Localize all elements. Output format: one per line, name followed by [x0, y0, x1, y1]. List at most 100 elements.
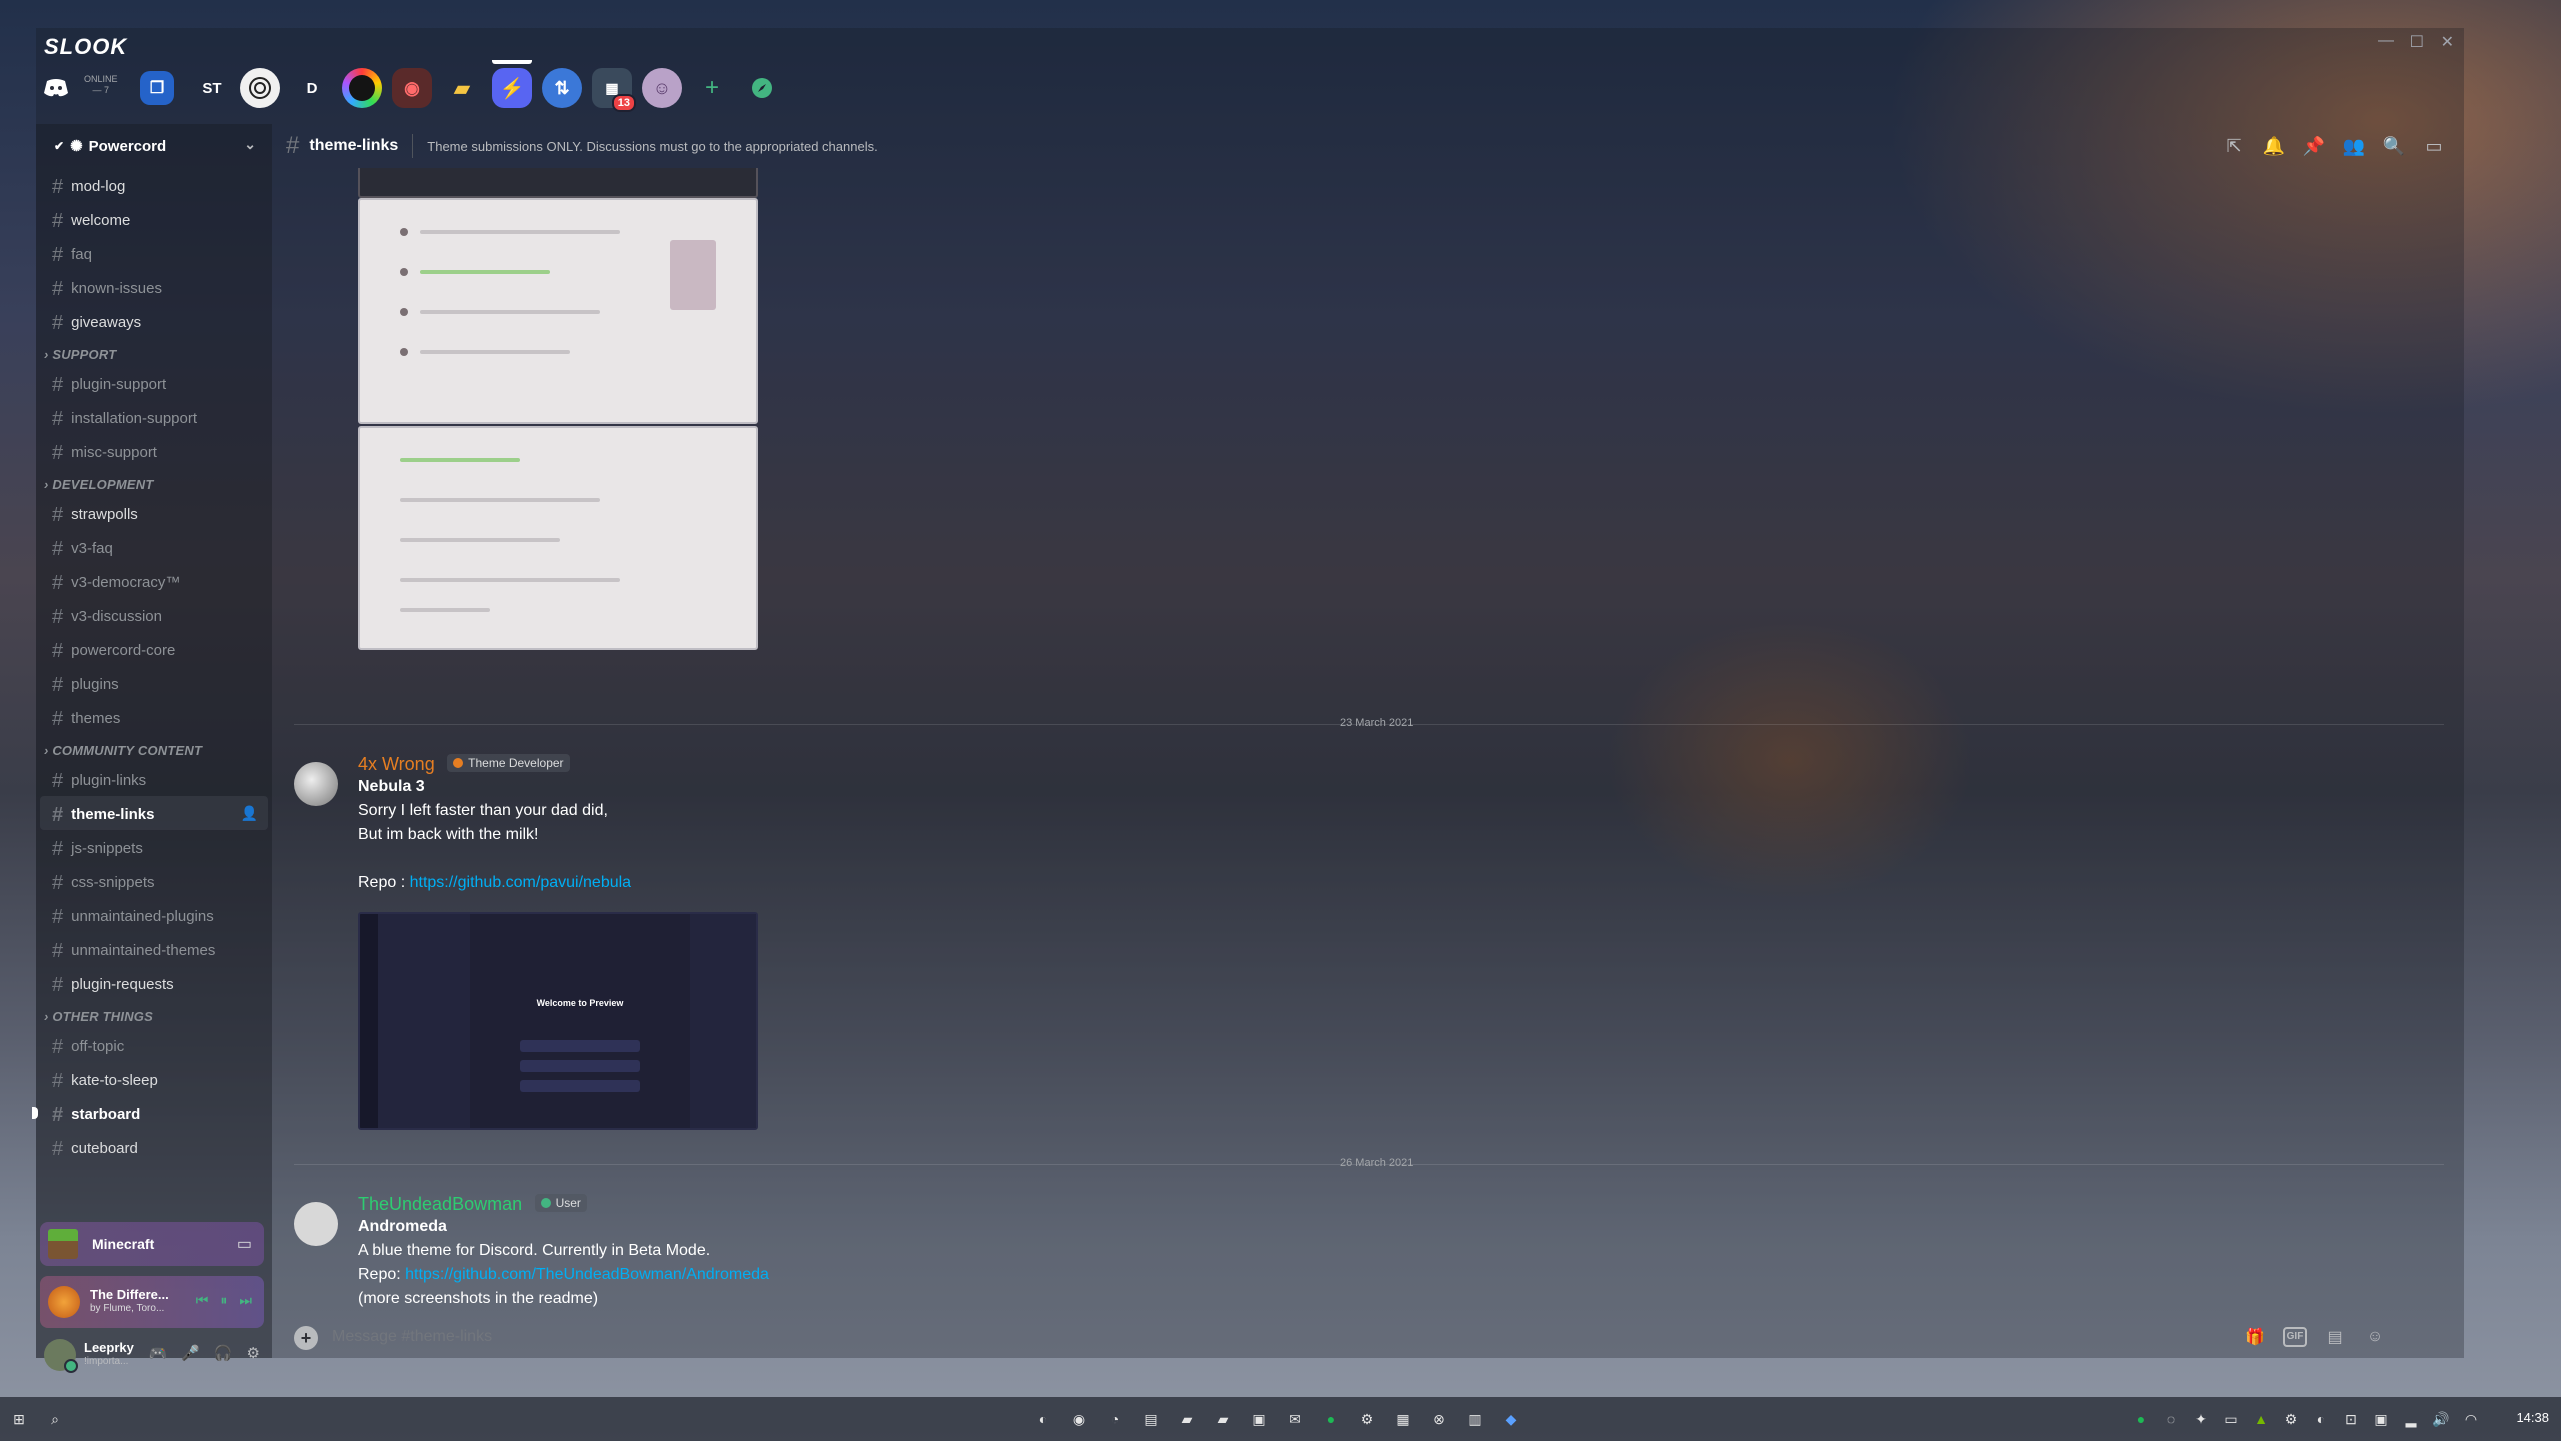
tray-icon[interactable]: ▣: [2370, 1408, 2392, 1430]
theme-preview-image[interactable]: Welcome to Preview: [358, 912, 758, 1130]
popout-icon[interactable]: ⇱: [2222, 134, 2246, 158]
taskbar-store-icon[interactable]: ▣: [1248, 1408, 1270, 1430]
server-powercord[interactable]: ⚡: [492, 68, 532, 108]
server-st[interactable]: ST: [192, 68, 232, 108]
gif-button[interactable]: GIF: [2282, 1324, 2308, 1350]
tray-nvidia-icon[interactable]: ▲: [2250, 1408, 2272, 1430]
channel-theme-links[interactable]: # theme-links 👤: [40, 796, 268, 830]
taskbar-spotify-icon[interactable]: ●: [1320, 1408, 1342, 1430]
channel-known-issues[interactable]: # known-issues: [36, 270, 272, 304]
channel-installation-support[interactable]: # installation-support: [36, 400, 272, 434]
server-avatar[interactable]: ☺: [642, 68, 682, 108]
channel-off-topic[interactable]: # off-topic: [36, 1028, 272, 1062]
search-icon[interactable]: ⌕: [44, 1408, 66, 1430]
volume-icon[interactable]: 🔊: [2430, 1408, 2452, 1430]
sticker-icon[interactable]: ▤: [2322, 1324, 2348, 1350]
category-other-things[interactable]: › OTHER THINGS: [36, 1000, 272, 1028]
emoji-icon[interactable]: ☺: [2362, 1324, 2388, 1350]
server-folder-yellow[interactable]: ▰: [442, 68, 482, 108]
channel-giveaways[interactable]: # giveaways: [36, 304, 272, 338]
minimize-button[interactable]: —: [2378, 32, 2394, 50]
taskbar-minecraft-icon[interactable]: ▦: [1392, 1408, 1414, 1430]
stream-icon[interactable]: ▭: [237, 1234, 252, 1254]
message-author[interactable]: TheUndeadBowman: [358, 1194, 522, 1214]
message-input[interactable]: Message #theme-links: [332, 1328, 492, 1346]
tray-icon[interactable]: ⊡: [2340, 1408, 2362, 1430]
taskbar-app-icon[interactable]: ◐: [1032, 1408, 1054, 1430]
add-attachment-button[interactable]: +: [294, 1326, 318, 1350]
repo-link[interactable]: https://github.com/TheUndeadBowman/Andro…: [405, 1266, 769, 1283]
channel-plugin-links[interactable]: # plugin-links: [36, 762, 272, 796]
taskbar-xbox-icon[interactable]: ⊗: [1428, 1408, 1450, 1430]
previous-track-icon[interactable]: ⏮: [196, 1292, 209, 1309]
taskbar-notes-icon[interactable]: ▤: [1140, 1408, 1162, 1430]
tray-icon[interactable]: ◌: [2160, 1408, 2182, 1430]
server-d[interactable]: D: [292, 68, 332, 108]
tray-icon[interactable]: ⚙: [2280, 1408, 2302, 1430]
search-icon[interactable]: 🔍: [2382, 134, 2406, 158]
taskbar-steam-icon[interactable]: ⚙: [1356, 1408, 1378, 1430]
message-author[interactable]: 4x Wrong: [358, 754, 435, 774]
taskbar-edge-icon[interactable]: ◔: [1104, 1408, 1126, 1430]
channel-plugin-support[interactable]: # plugin-support: [36, 366, 272, 400]
channel-kate-to-sleep[interactable]: # kate-to-sleep: [36, 1062, 272, 1096]
wifi-icon[interactable]: ◠: [2460, 1408, 2482, 1430]
microphone-icon[interactable]: 🎤: [181, 1344, 200, 1362]
taskbar-clock[interactable]: 14:38: [2516, 1410, 2549, 1425]
server-arrows[interactable]: ⇅: [542, 68, 582, 108]
tray-spotify-icon[interactable]: ●: [2130, 1408, 2152, 1430]
attachment-image-1[interactable]: [358, 198, 758, 424]
channel-plugins[interactable]: # plugins: [36, 666, 272, 700]
avatar[interactable]: [294, 762, 338, 806]
spotify-card[interactable]: The Differe... by Flume, Toro... ⏮ ⏸ ⏭: [40, 1276, 264, 1328]
invite-icon[interactable]: 👤: [241, 796, 258, 830]
taskbar-mail-icon[interactable]: ✉: [1284, 1408, 1306, 1430]
guild-header[interactable]: ✔ ✺ Powercord ⌄: [36, 124, 272, 168]
channel-faq[interactable]: # faq: [36, 236, 272, 270]
tray-icon[interactable]: ✦: [2190, 1408, 2212, 1430]
channel-unmaintained-themes[interactable]: # unmaintained-themes: [36, 932, 272, 966]
channel-plugin-requests[interactable]: # plugin-requests: [36, 966, 272, 1000]
attachment-image-top[interactable]: [358, 168, 758, 198]
inbox-icon[interactable]: ▭: [2422, 134, 2446, 158]
category-community-content[interactable]: › COMMUNITY CONTENT: [36, 734, 272, 762]
network-icon[interactable]: ▂: [2400, 1408, 2422, 1430]
explore-servers-button[interactable]: [742, 68, 782, 108]
category-development[interactable]: › DEVELOPMENT: [36, 468, 272, 496]
taskbar-folder-icon[interactable]: ▰: [1212, 1408, 1234, 1430]
tray-icon[interactable]: ▭: [2220, 1408, 2242, 1430]
avatar[interactable]: [44, 1339, 78, 1373]
members-icon[interactable]: 👥: [2342, 134, 2366, 158]
category-support[interactable]: › SUPPORT: [36, 338, 272, 366]
avatar[interactable]: [294, 1202, 338, 1246]
windows-start-icon[interactable]: ⊞: [8, 1408, 30, 1430]
server-circle[interactable]: [240, 68, 280, 108]
taskbar-vscode-icon[interactable]: ◆: [1500, 1408, 1522, 1430]
channel-css-snippets[interactable]: # css-snippets: [36, 864, 272, 898]
headphones-icon[interactable]: 🎧: [214, 1344, 233, 1362]
next-track-icon[interactable]: ⏭: [239, 1292, 252, 1309]
channel-themes[interactable]: # themes: [36, 700, 272, 734]
channel-v3-discussion[interactable]: # v3-discussion: [36, 598, 272, 632]
add-server-button[interactable]: +: [692, 68, 732, 108]
taskbar-app-icon[interactable]: ◉: [1068, 1408, 1090, 1430]
channel-js-snippets[interactable]: # js-snippets: [36, 830, 272, 864]
channel-strawpolls[interactable]: # strawpolls: [36, 496, 272, 530]
channel-v3-democracy[interactable]: # v3-democracy™: [36, 564, 272, 598]
chevron-down-icon[interactable]: ⌄: [244, 136, 256, 153]
gear-icon[interactable]: ⚙: [247, 1344, 260, 1362]
tray-icon[interactable]: ◐: [2310, 1408, 2332, 1430]
taskbar-app-icon[interactable]: ▥: [1464, 1408, 1486, 1430]
channel-cuteboard[interactable]: # cuteboard: [36, 1130, 272, 1164]
close-button[interactable]: ✕: [2441, 32, 2454, 52]
channel-misc-support[interactable]: # misc-support: [36, 434, 272, 468]
taskbar-folder-icon[interactable]: ▰: [1176, 1408, 1198, 1430]
server-folder-blue[interactable]: ❐: [140, 71, 174, 105]
channel-v3-faq[interactable]: # v3-faq: [36, 530, 272, 564]
maximize-button[interactable]: ☐: [2410, 32, 2424, 52]
server-multi[interactable]: ▦ 13: [592, 68, 636, 112]
gift-icon[interactable]: 🎁: [2242, 1324, 2268, 1350]
channel-topic[interactable]: Theme submissions ONLY. Discussions must…: [427, 139, 877, 154]
repo-link[interactable]: https://github.com/pavui/nebula: [410, 874, 631, 891]
attachment-image-2[interactable]: [358, 426, 758, 650]
